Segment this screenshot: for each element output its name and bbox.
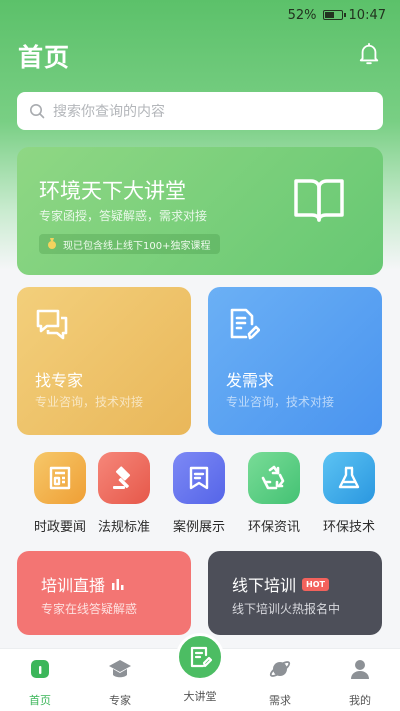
status-bar: 52% 10:47: [0, 0, 400, 30]
grid-label: 环保资讯: [247, 520, 300, 535]
post-demand-subtitle: 专业咨询，技术对接: [226, 395, 335, 409]
tab-home[interactable]: 首页: [10, 657, 70, 708]
tab-experts[interactable]: 专家: [90, 657, 150, 708]
live-training-title-row: 培训直播: [41, 572, 125, 596]
tab-label: 需求: [269, 694, 291, 707]
planet-icon: [269, 661, 291, 677]
lecture-banner[interactable]: 环境天下大讲堂 专家函授，答疑解惑，需求对接 现已包含线上线下100+独家课程: [17, 147, 383, 275]
live-training-subtitle: 专家在线答疑解惑: [41, 602, 138, 616]
open-book-icon: [294, 179, 344, 222]
live-training-title: 培训直播: [41, 576, 106, 595]
category-grid: 时政要闻 法规标准 案例展示 环保资讯 环保技术: [0, 452, 400, 536]
course-count-badge: 现已包含线上线下100+独家课程: [39, 234, 221, 254]
bell-icon[interactable]: [358, 42, 380, 66]
tab-profile[interactable]: 我的: [330, 657, 390, 708]
grid-label: 环保技术: [322, 520, 375, 535]
offline-training-card[interactable]: 线下培训 HOT 线下培训火热报名中: [208, 551, 382, 635]
grid-item-eco-news[interactable]: 环保资讯: [236, 452, 312, 535]
find-expert-title: 找专家: [35, 371, 84, 390]
offline-training-subtitle: 线下培训火热报名中: [232, 602, 341, 616]
search-bar[interactable]: 搜索你查询的内容: [17, 92, 383, 130]
newspaper-icon: [34, 452, 86, 504]
search-icon: [30, 104, 45, 119]
grid-item-eco-tech[interactable]: 环保技术: [311, 452, 387, 535]
bar-chart-icon: [112, 579, 124, 590]
document-edit-icon: [230, 308, 260, 340]
chat-bubbles-icon: [36, 309, 68, 340]
hot-badge: HOT: [302, 577, 329, 591]
clock: 10:47: [348, 7, 386, 23]
flask-icon: [323, 452, 375, 504]
bookmark-icon: [173, 452, 225, 504]
home-icon: [31, 660, 49, 678]
medal-icon: [48, 238, 56, 249]
grid-item-regulations[interactable]: 法规标准: [86, 452, 162, 535]
offline-training-title-row: 线下培训 HOT: [232, 572, 329, 596]
offline-training-title: 线下培训: [232, 576, 297, 595]
grid-label: 法规标准: [97, 520, 150, 535]
lecture-subtitle: 专家函授，答疑解惑，需求对接: [39, 209, 208, 223]
tab-lecture-label: 大讲堂: [183, 690, 217, 703]
tab-label: 首页: [29, 694, 51, 707]
tab-label: 我的: [349, 694, 371, 707]
tab-label: 专家: [109, 694, 131, 707]
battery-percent: 52%: [287, 7, 317, 23]
grid-item-cases[interactable]: 案例展示: [161, 452, 237, 535]
post-demand-card[interactable]: 发需求 专业咨询，技术对接: [208, 287, 382, 435]
battery-icon: [322, 10, 346, 20]
tab-lecture-button[interactable]: [176, 633, 224, 681]
lecture-title: 环境天下大讲堂: [39, 179, 186, 203]
post-demand-title: 发需求: [226, 371, 275, 390]
find-expert-card[interactable]: 找专家 专业咨询，技术对接: [17, 287, 191, 435]
recycle-icon: [248, 452, 300, 504]
find-expert-subtitle: 专业咨询，技术对接: [35, 395, 144, 409]
gavel-icon: [98, 452, 150, 504]
tab-demands[interactable]: 需求: [250, 657, 310, 708]
search-placeholder: 搜索你查询的内容: [53, 104, 165, 120]
live-training-card[interactable]: 培训直播 专家在线答疑解惑: [17, 551, 191, 635]
grid-label: 案例展示: [172, 520, 225, 535]
edit-note-icon: [190, 646, 212, 668]
course-count-text: 现已包含线上线下100+独家课程: [63, 240, 211, 252]
page-title: 首页: [18, 43, 71, 72]
graduation-cap-icon: [109, 660, 131, 678]
user-icon: [351, 660, 369, 679]
